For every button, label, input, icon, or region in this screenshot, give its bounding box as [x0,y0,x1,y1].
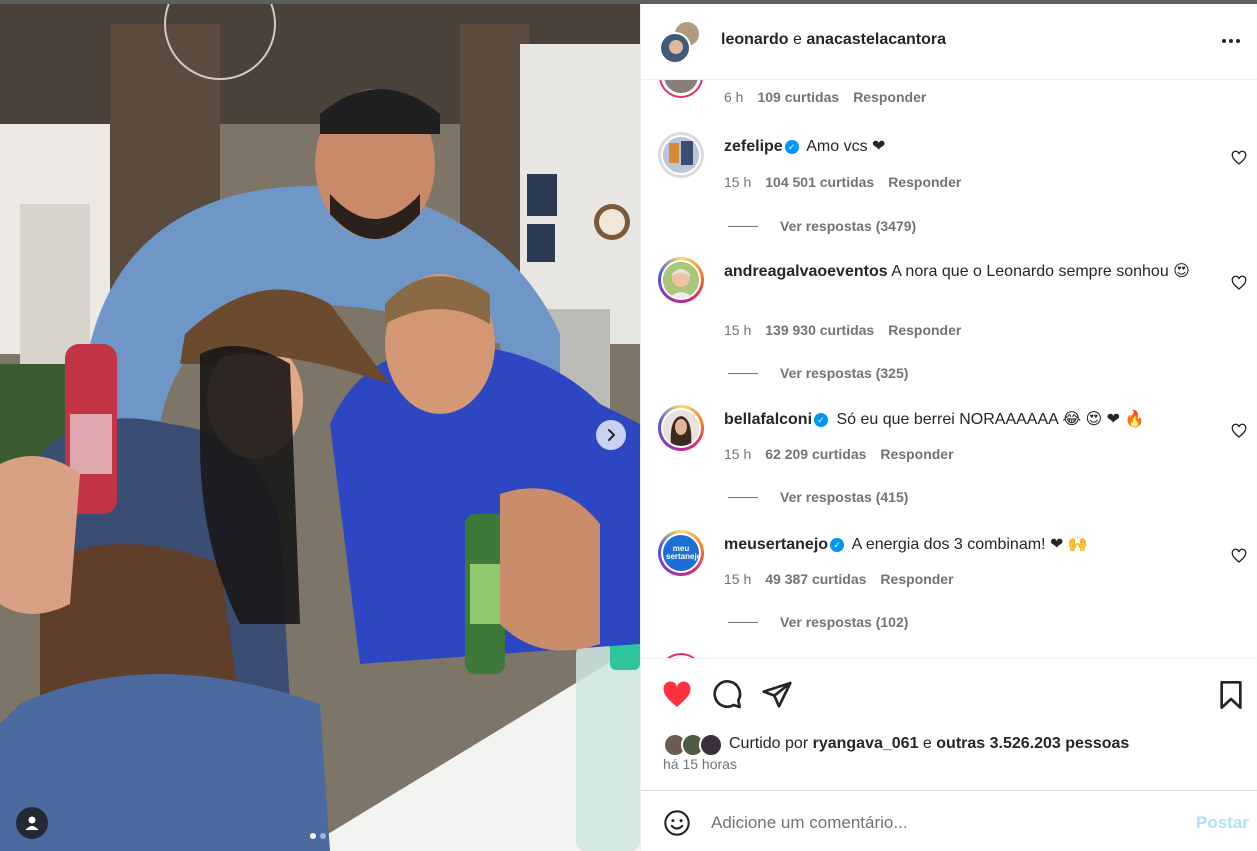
post-comment-button[interactable]: Postar [1196,813,1249,833]
comment-time: 15 h [724,571,752,587]
avatar[interactable] [658,405,704,451]
comment-username[interactable]: zefelipe [724,138,783,155]
more-icon [1222,39,1240,43]
emoji-icon[interactable] [663,809,691,837]
reply-button[interactable]: Responder [880,571,953,587]
verified-icon: ✓ [784,140,799,154]
comment-text: bellafalconi ✓ Só eu que berrei NORAAAAAA… [724,409,1214,431]
liked-by-prefix: Curtido por [729,735,809,752]
comment-body: Amo vcs ❤ [806,138,886,155]
comment-body: A nora que o Leonardo sempre sonhou 😍 [891,263,1190,280]
comment-meta: 6 h 109 curtidas Responder [724,89,926,105]
comment-text: zefelipe ✓ Amo vcs ❤ [724,136,1214,158]
comment-likes[interactable]: 139 930 curtidas [765,322,874,338]
author-joiner: e [793,31,802,48]
post-authors: leonardo e anacastelacantora [721,31,946,49]
view-replies-label: Ver respostas (325) [780,365,909,381]
comment-likes[interactable]: 104 501 curtidas [765,174,874,190]
liked-by-summary: Curtido por ryangava_061 e outras 3.526.… [663,731,1129,757]
comment-username[interactable]: meusertanejo [724,536,828,553]
comment-time: 6 h [724,89,744,105]
avatar[interactable]: meu sertanejo [658,530,704,576]
divider [728,621,758,623]
comment-text: andreagalvaoeventos A nora que o Leonard… [724,261,1214,283]
reply-button[interactable]: Responder [853,89,926,105]
carousel-dot [320,833,326,839]
divider [728,372,758,374]
post-header: leonardo e anacastelacantora [641,4,1257,80]
reply-button[interactable]: Responder [880,446,953,462]
comment-time: 15 h [724,446,752,462]
comment-username[interactable]: andreagalvaoeventos [724,263,888,280]
avatar[interactable] [658,257,704,303]
comment-time: 15 h [724,174,752,190]
more-options-button[interactable] [1217,30,1245,52]
heart-outline-icon[interactable] [1231,150,1247,166]
divider [728,225,758,227]
comment-meta: 15 h 139 930 curtidas Responder [724,322,961,338]
post-photo [0,4,640,851]
comment-input[interactable] [711,811,1171,835]
avatar[interactable] [658,132,704,178]
view-replies-label: Ver respostas (3479) [780,218,917,234]
verified-icon: ✓ [814,413,829,427]
next-photo-button[interactable] [596,420,626,450]
bookmark-icon[interactable] [1215,679,1247,711]
post-photo-illustration [0,4,640,851]
avatar[interactable] [659,32,691,64]
comment-body: Só eu que berrei NORAAAAAA 😂 😍 ❤ 🔥 [836,411,1145,428]
share-icon[interactable] [761,679,793,711]
comment-text: meusertanejo ✓ A energia dos 3 combinam! … [724,534,1214,556]
view-replies-button[interactable]: Ver respostas (325) [728,365,908,381]
reply-button[interactable]: Responder [888,174,961,190]
heart-outline-icon[interactable] [1231,423,1247,439]
reply-button[interactable]: Responder [888,322,961,338]
tagged-users-button[interactable] [16,807,48,839]
liked-by-avatars[interactable] [663,731,723,757]
heart-filled-icon[interactable] [661,679,693,711]
add-comment-bar: Postar [641,790,1257,851]
carousel-dots [310,833,326,839]
avatar-logo-text: meu sertanejo [666,544,701,561]
comment-username[interactable]: bellafalconi [724,411,812,428]
comment-meta: 15 h 104 501 curtidas Responder [724,174,961,190]
liked-by-others[interactable]: outras 3.526.203 pessoas [936,735,1129,753]
liked-by-joiner: e [922,735,932,752]
comment-body: A energia dos 3 combinam! ❤ 🙌 [851,536,1088,553]
avatar[interactable] [659,80,703,98]
view-replies-button[interactable]: Ver respostas (415) [728,489,908,505]
collab-avatars[interactable] [659,20,703,64]
user-tag-icon [25,816,39,830]
view-replies-label: Ver respostas (102) [780,614,909,630]
view-replies-label: Ver respostas (415) [780,489,909,505]
post-timestamp[interactable]: há 15 horas [663,756,737,772]
comment-time: 15 h [724,322,752,338]
comment-meta: 15 h 49 387 curtidas Responder [724,571,954,587]
heart-outline-icon[interactable] [1231,548,1247,564]
comment-meta: 15 h 62 209 curtidas Responder [724,446,954,462]
comment-likes[interactable]: 109 curtidas [757,89,839,105]
comments-list[interactable]: 6 h 109 curtidas Responder zefelipe ✓ Amo… [641,80,1257,658]
view-replies-button[interactable]: Ver respostas (3479) [728,218,916,234]
comment-icon[interactable] [711,679,743,711]
view-replies-button[interactable]: Ver respostas (102) [728,614,908,630]
carousel-dot-active [310,833,316,839]
author-username[interactable]: leonardo [721,31,789,48]
avatar [699,733,723,757]
chevron-right-icon [608,429,615,441]
post-side-panel: leonardo e anacastelacantora 6 h 109 cur… [640,4,1257,851]
verified-icon: ✓ [830,538,845,552]
divider [728,496,758,498]
comment-likes[interactable]: 62 209 curtidas [765,446,866,462]
comment-likes[interactable]: 49 387 curtidas [765,571,866,587]
heart-outline-icon[interactable] [1231,275,1247,291]
liked-by-user[interactable]: ryangava_061 [813,735,919,753]
author-username[interactable]: anacastelacantora [806,31,946,48]
